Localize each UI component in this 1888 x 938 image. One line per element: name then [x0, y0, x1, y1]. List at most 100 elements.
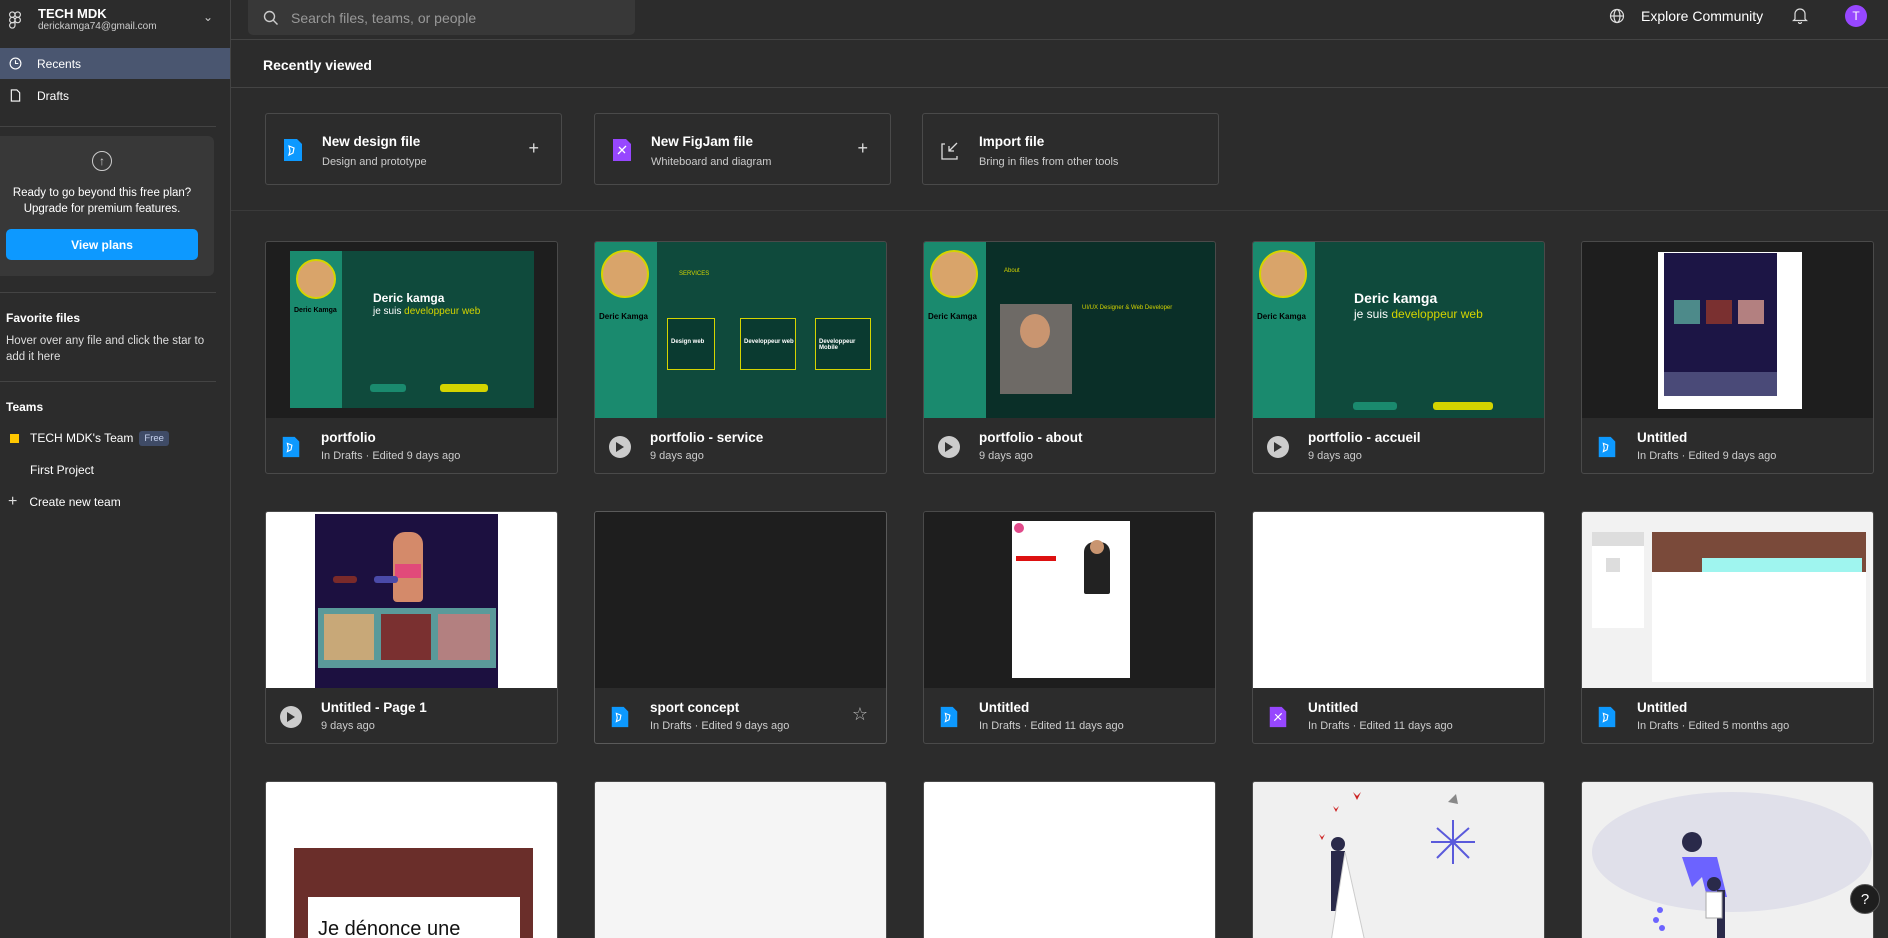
plus-icon: + — [857, 138, 868, 158]
import-file-button[interactable]: Import file Bring in files from other to… — [922, 113, 1219, 185]
thumb-hero-name: Deric kamga — [1354, 290, 1438, 306]
team-color-swatch — [10, 433, 19, 443]
file-card[interactable]: Untitled In Drafts · Edited 5 months ago — [1581, 511, 1874, 744]
play-icon — [938, 436, 960, 458]
file-card[interactable]: Untitled In Drafts · Edited 9 days ago — [1581, 241, 1874, 474]
bell-icon[interactable] — [1792, 7, 1808, 24]
file-name: portfolio - accueil — [1308, 430, 1421, 445]
file-meta: 9 days ago — [321, 720, 375, 732]
thumb-service-3: Developpeur Mobile — [819, 339, 856, 351]
new-figjam-file-button[interactable]: New FigJam file Whiteboard and diagram + — [594, 113, 891, 185]
file-card[interactable]: Deric Kamga About UI/UX Designer & Web D… — [923, 241, 1216, 474]
thumb-name: Deric Kamga — [928, 312, 977, 321]
file-card[interactable] — [594, 781, 887, 938]
design-file-icon — [940, 706, 958, 728]
thumb-hero-pre: je suis — [1354, 307, 1389, 321]
file-meta: In Drafts · Edited 9 days ago — [1637, 450, 1777, 462]
app-window: TECH MDK derickamga74@gmail.com ⌄ Recent… — [0, 0, 1888, 938]
action-title: New design file — [322, 134, 421, 149]
explore-community-button[interactable]: Explore Community — [1609, 0, 1763, 32]
thumb-name: Deric Kamga — [1257, 312, 1306, 321]
sidebar-item-project[interactable]: First Project — [30, 460, 94, 480]
import-icon — [941, 142, 958, 160]
figjam-file-icon — [1269, 706, 1287, 728]
file-card[interactable]: Untitled - Page 1 9 days ago — [265, 511, 558, 744]
view-plans-button[interactable]: View plans — [6, 229, 198, 260]
design-file-icon — [284, 139, 302, 161]
file-card[interactable]: Deric Kamga Deric kamga je suis developp… — [1252, 241, 1545, 474]
page-title: Recently viewed — [263, 57, 372, 73]
divider — [0, 292, 216, 293]
upgrade-text-line1: Ready to go beyond this free plan? — [12, 187, 192, 199]
file-thumbnail: Deric Kamga About UI/UX Designer & Web D… — [924, 242, 1215, 418]
file-card[interactable] — [923, 781, 1216, 938]
sidebar-item-recents[interactable]: Recents — [0, 48, 230, 79]
file-name: portfolio - service — [650, 430, 764, 445]
thumb-name: Deric Kamga — [294, 307, 337, 314]
upgrade-text-line2: Upgrade for premium features. — [23, 203, 181, 215]
file-thumbnail — [1582, 512, 1873, 688]
favorite-files-title: Favorite files — [6, 311, 81, 325]
file-name: Untitled — [979, 700, 1030, 715]
chevron-down-icon[interactable]: ⌄ — [203, 10, 213, 24]
file-card[interactable] — [1252, 781, 1545, 938]
action-subtitle: Whiteboard and diagram — [651, 156, 772, 168]
file-meta: In Drafts · Edited 5 months ago — [1637, 720, 1790, 732]
action-title: New FigJam file — [651, 134, 754, 149]
plus-icon: + — [528, 138, 539, 158]
team-name: TECH MDK's Team — [30, 431, 134, 445]
search-input[interactable] — [291, 9, 611, 26]
thumb-name: Deric Kamga — [599, 312, 648, 321]
file-meta: 9 days ago — [1308, 450, 1362, 462]
search-icon — [263, 10, 278, 25]
file-meta: In Drafts · Edited 11 days ago — [1308, 720, 1453, 732]
star-icon[interactable]: ☆ — [852, 704, 868, 725]
file-card[interactable] — [1581, 781, 1874, 938]
play-icon — [1267, 436, 1289, 458]
file-meta: 9 days ago — [650, 450, 704, 462]
thumb-service-2: Developpeur web — [744, 339, 794, 345]
design-file-icon — [611, 706, 629, 728]
file-card[interactable]: Deric Kamga Deric kamga je suis developp… — [265, 241, 558, 474]
help-button[interactable]: ? — [1850, 884, 1880, 914]
figjam-file-icon — [613, 139, 631, 161]
thumb-hero-name: Deric kamga — [373, 291, 445, 305]
file-card[interactable]: Untitled In Drafts · Edited 11 days ago — [1252, 511, 1545, 744]
file-icon — [8, 89, 22, 103]
favorite-files-hint: Hover over any file and click the star t… — [6, 335, 205, 363]
file-thumbnail — [266, 512, 557, 688]
play-icon — [609, 436, 631, 458]
file-name: portfolio — [321, 430, 376, 445]
file-meta: In Drafts · Edited 9 days ago — [321, 450, 461, 462]
new-design-file-button[interactable]: New design file Design and prototype + — [265, 113, 562, 185]
file-meta: 9 days ago — [979, 450, 1033, 462]
account-email: derickamga74@gmail.com — [38, 21, 157, 32]
file-card[interactable]: Je dénonce une — [265, 781, 558, 938]
thumb-hero-pre: je suis — [373, 306, 402, 317]
clock-icon — [8, 57, 22, 71]
thumb-hero-role: developpeur web — [404, 306, 481, 317]
design-file-icon — [1598, 436, 1616, 458]
file-thumbnail — [1253, 512, 1544, 688]
file-thumbnail: Deric Kamga Deric kamga je suis developp… — [266, 242, 557, 418]
avatar[interactable]: T — [1845, 5, 1867, 27]
create-team-label: Create new team — [29, 495, 121, 509]
file-card[interactable]: Deric Kamga SERVICES Design web Developp… — [594, 241, 887, 474]
explore-label: Explore Community — [1641, 8, 1764, 24]
sidebar-item-drafts[interactable]: Drafts — [0, 80, 230, 111]
file-card[interactable]: sport concept In Drafts · Edited 9 days … — [594, 511, 887, 744]
family-illustration — [1592, 792, 1872, 938]
file-thumbnail: Deric Kamga Deric kamga je suis developp… — [1253, 242, 1544, 418]
account-switcher[interactable]: TECH MDK derickamga74@gmail.com ⌄ — [0, 0, 231, 40]
create-team-button[interactable]: + Create new team — [8, 492, 121, 512]
thumb-services: SERVICES — [679, 271, 710, 277]
thumb-about-role: UI/UX Designer & Web Developer — [1082, 305, 1173, 311]
file-card[interactable]: Untitled In Drafts · Edited 11 days ago — [923, 511, 1216, 744]
search-box[interactable] — [248, 0, 635, 35]
sidebar-item-team[interactable]: TECH MDK's Team Free — [10, 428, 169, 448]
arrow-up-circle-icon: ↑ — [92, 151, 112, 171]
file-meta: In Drafts · Edited 9 days ago — [650, 720, 790, 732]
file-meta: In Drafts · Edited 11 days ago — [979, 720, 1124, 732]
divider — [231, 210, 1888, 211]
divider — [0, 381, 216, 382]
